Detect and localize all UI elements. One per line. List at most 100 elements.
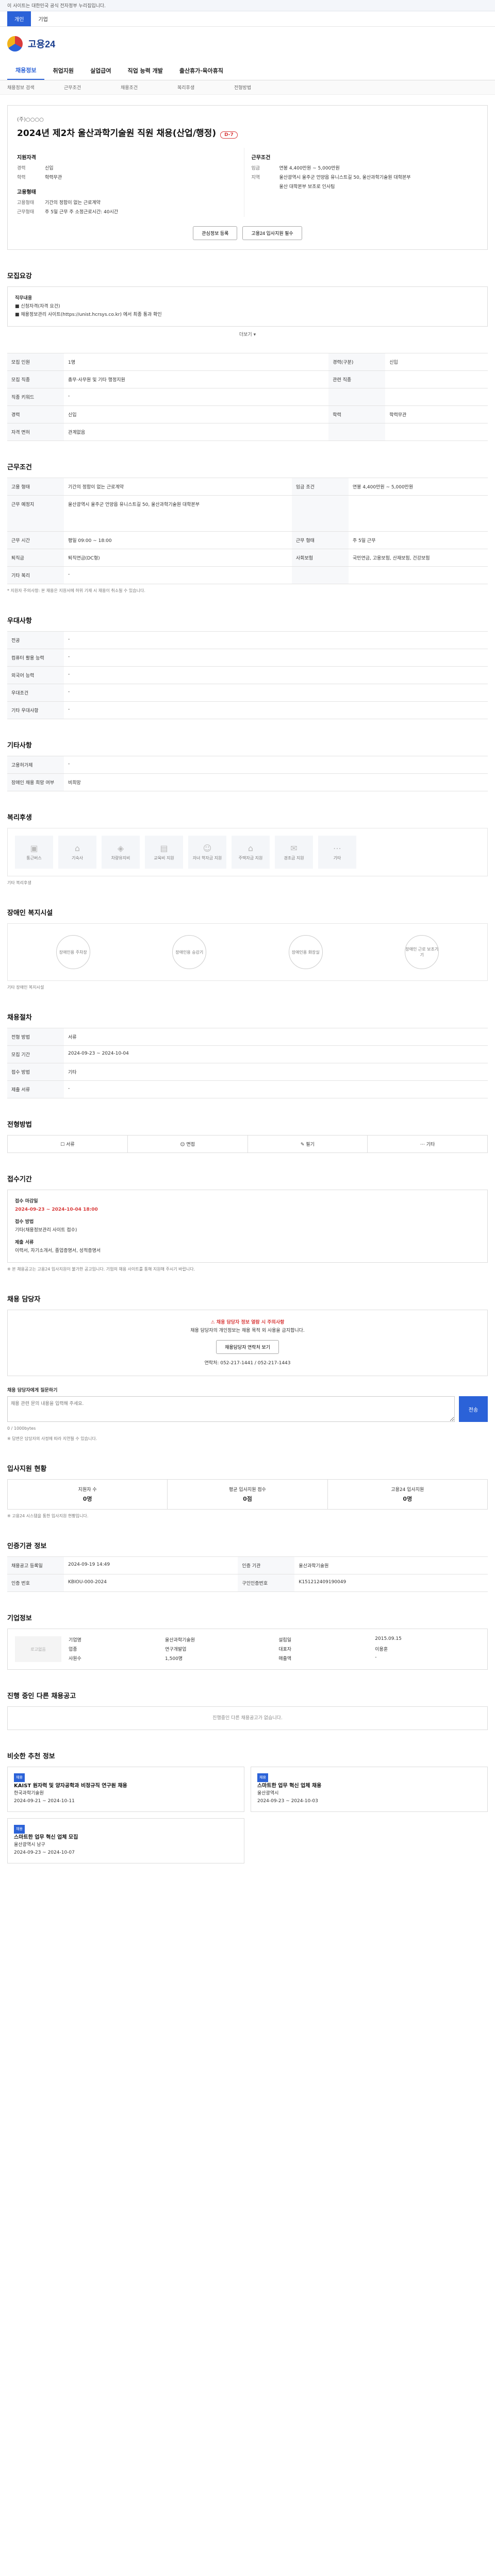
gov-notice-bar: 이 사이트는 대한민국 공식 전자정부 누리집입니다. [0, 0, 495, 11]
save-interest-button[interactable]: 관심정보 등록 [193, 226, 238, 240]
inquiry-note: ※ 답변은 담당자의 사정에 따라 지연될 수 있습니다. [7, 1436, 97, 1441]
rec-card[interactable]: 채용 KAIST 원자력 및 양자공학과 비정규직 연구원 채용 한국과학기술원 20… [7, 1767, 244, 1812]
status-label: 고용24 입사지원 [391, 1487, 424, 1493]
table-key: 모집 인원 [7, 353, 64, 371]
rec-card[interactable]: 채용 스마트한 업무 혁신 업체 채용 울산광역시 2024-09-23 ~ 2024… [251, 1767, 488, 1812]
table-value [385, 423, 488, 441]
table-value: 기간의 정함이 없는 근로계약 [64, 478, 292, 496]
status-value: 0명 [82, 1496, 92, 1502]
summary-row: 울산 대학본부 보조로 인사팀 [252, 182, 471, 192]
company-key: 대표자 [278, 1647, 292, 1652]
rec-title[interactable]: 스마트한 업무 혁신 업체 채용 [257, 1782, 481, 1790]
apply-method: 기타(채용정보관리 사이트 접수) [15, 1228, 77, 1233]
table-key: 전형 방법 [7, 1028, 64, 1046]
manage-section-title: 인증기관 정보 [7, 1543, 47, 1550]
table-row: 모집 인원 1명 경력(구분) 신입 [7, 353, 488, 371]
table-value: 주 5일 근무 [348, 531, 488, 549]
rec-title[interactable]: 스마트한 업무 혁신 업체 모집 [14, 1834, 238, 1841]
brand-logo-icon[interactable] [7, 36, 23, 52]
table-row: 기타 복리 - [7, 566, 488, 584]
method-label: 서류 [66, 1142, 75, 1147]
method-written: ✎ 필기 [248, 1136, 368, 1153]
rec-card[interactable]: 채용 스마트한 업무 혁신 업체 모집 울산광역시 남구 2024-09-23 ~ 2… [7, 1818, 244, 1863]
table-value: - [64, 631, 488, 649]
work-note: * 지원자 주의사항: 본 채용은 지원서에 허위 기재 시 채용이 취소될 수… [7, 588, 145, 593]
nav-unemployment[interactable]: 실업급여 [82, 61, 119, 80]
table-value: 학력무관 [385, 405, 488, 423]
rec-title[interactable]: KAIST 원자력 및 양자공학과 비정규직 연구원 채용 [14, 1782, 238, 1790]
benefit-item: ⌂ 주택자금 지원 [232, 836, 270, 869]
company-value: 울산과학기술원 [165, 1638, 195, 1643]
summary-key: 고용형태 [17, 200, 35, 206]
summary-row: 학력 학력무관 [17, 173, 237, 182]
summary-value: 울산광역시 울주군 언양읍 유니스트길 50, 울산과학기술원 대학본부 [279, 175, 411, 180]
status-label: 지원자 수 [78, 1487, 97, 1493]
table-row: 경력 신입 학력 학력무관 [7, 405, 488, 423]
dday-badge: D-7 [220, 131, 238, 139]
benefit-grid: ▣ 통근버스 ⌂ 기숙사 ◈ 차량유지비 ▤ 교육비 지원 ☺ 자녀 학자금 지원 ⌂ 주택… [7, 828, 488, 876]
recruit-line: ■ 신청자격(자격 요건) [15, 304, 60, 309]
table-key: 인증 번호 [7, 1574, 64, 1592]
bus-icon: ▣ [30, 843, 38, 853]
subnav-process[interactable]: 전형방법 [234, 80, 291, 94]
method-interview: ☺ 면접 [128, 1136, 248, 1153]
subnav-conditions[interactable]: 근무조건 [64, 80, 121, 94]
rec-org: 울산광역시 남구 [14, 1842, 45, 1848]
table-value: 연봉 4,400만원 ~ 5,000만원 [348, 478, 488, 496]
brand-name[interactable]: 고용24 [28, 37, 55, 50]
company-value: 연구개발업 [165, 1647, 187, 1652]
table-value: - [64, 649, 488, 667]
inquiry-input[interactable] [7, 1396, 455, 1422]
subnav-requirements[interactable]: 채용조건 [121, 80, 177, 94]
table-value: - [64, 388, 329, 406]
company-value: 2015.09.15 [375, 1636, 402, 1641]
nav-jobs[interactable]: 채용정보 [7, 61, 45, 80]
table-row: 장애인 채용 희망 여부 비희망 [7, 773, 488, 791]
company-key: 업종 [69, 1647, 77, 1652]
tab-company[interactable]: 기업 [31, 11, 55, 26]
status-value: 0명 [403, 1496, 412, 1502]
status-value: 0점 [243, 1496, 252, 1502]
table-value: - [64, 666, 488, 684]
job-title-text: 2024년 제2차 울산과학기술원 직원 채용(산업/행정) [17, 128, 217, 139]
benefit-label: 주택자금 지원 [238, 856, 263, 860]
method-label: 필기 [306, 1142, 315, 1147]
elevator-item: 장애인용 승강기 [172, 935, 207, 969]
apply-info-button[interactable]: 고용24 입사지원 필수 [242, 226, 302, 240]
table-value: - [64, 684, 488, 702]
contact-phone: 연락처: 052-217-1441 / 052-217-1443 [204, 1361, 291, 1366]
summary-row: 근무형태 주 5일 근무 주 소정근로시간: 40시간 [17, 208, 237, 217]
manage-table: 채용공고 등록일 2024-09-19 14:49 인증 기관 울산과학기술원 인증 … [7, 1556, 488, 1592]
benefit-label: 교육비 지원 [154, 856, 174, 860]
benefit-item: ▤ 교육비 지원 [145, 836, 183, 869]
more-toggle[interactable]: 더보기 ▾ [7, 331, 488, 337]
table-key: 퇴직금 [7, 549, 64, 567]
table-row: 모집 기간 2024-09-23 ~ 2024-10-04 [7, 1045, 488, 1063]
table-value: 2024-09-23 ~ 2024-10-04 [64, 1045, 488, 1063]
site-header: 고용24 [0, 27, 495, 61]
nav-support[interactable]: 취업지원 [44, 61, 81, 80]
tab-individual[interactable]: 개인 [7, 11, 31, 26]
view-contact-button[interactable]: 채용담당자 연락처 보기 [216, 1340, 279, 1354]
subnav-benefits[interactable]: 복리후생 [177, 80, 234, 94]
table-row: 직종 키워드 - [7, 388, 488, 406]
qualification-heading: 지원자격 [17, 155, 36, 161]
apply-box: 접수 마감일 2024-09-23 ~ 2024-10-04 18:00 접수 … [7, 1190, 488, 1263]
recs-grid: 채용 KAIST 원자력 및 양자공학과 비정규직 연구원 채용 한국과학기술원 20… [7, 1767, 488, 1863]
subnav-search[interactable]: 채용정보 검색 [7, 80, 64, 94]
process-section-title: 채용절차 [7, 1014, 32, 1022]
status-section-title: 입사지원 현황 [7, 1465, 47, 1473]
inquiry-send-button[interactable]: 전송 [459, 1396, 488, 1422]
summary-value: 기간의 정함이 없는 근로계약 [45, 200, 101, 206]
nav-leave[interactable]: 출산휴가·육아휴직 [171, 61, 232, 80]
child-icon: ☺ [203, 843, 212, 853]
similar-section-title: 진행 중인 다른 채용공고 [7, 1692, 76, 1700]
table-value: 총무·사무원 및 기타 행정지원 [64, 370, 329, 388]
table-key: 기타 복리 [7, 566, 64, 584]
job-title: 2024년 제2차 울산과학기술원 직원 채용(산업/행정) D-7 [17, 126, 478, 139]
summary-key: 학력 [17, 175, 26, 180]
nav-training[interactable]: 직업 능력 개발 [119, 61, 171, 80]
table-value: - [64, 566, 292, 584]
benefit-item: ⋯ 기타 [318, 836, 356, 869]
table-row: 모집 직종 총무·사무원 및 기타 행정지원 관련 직종 [7, 370, 488, 388]
